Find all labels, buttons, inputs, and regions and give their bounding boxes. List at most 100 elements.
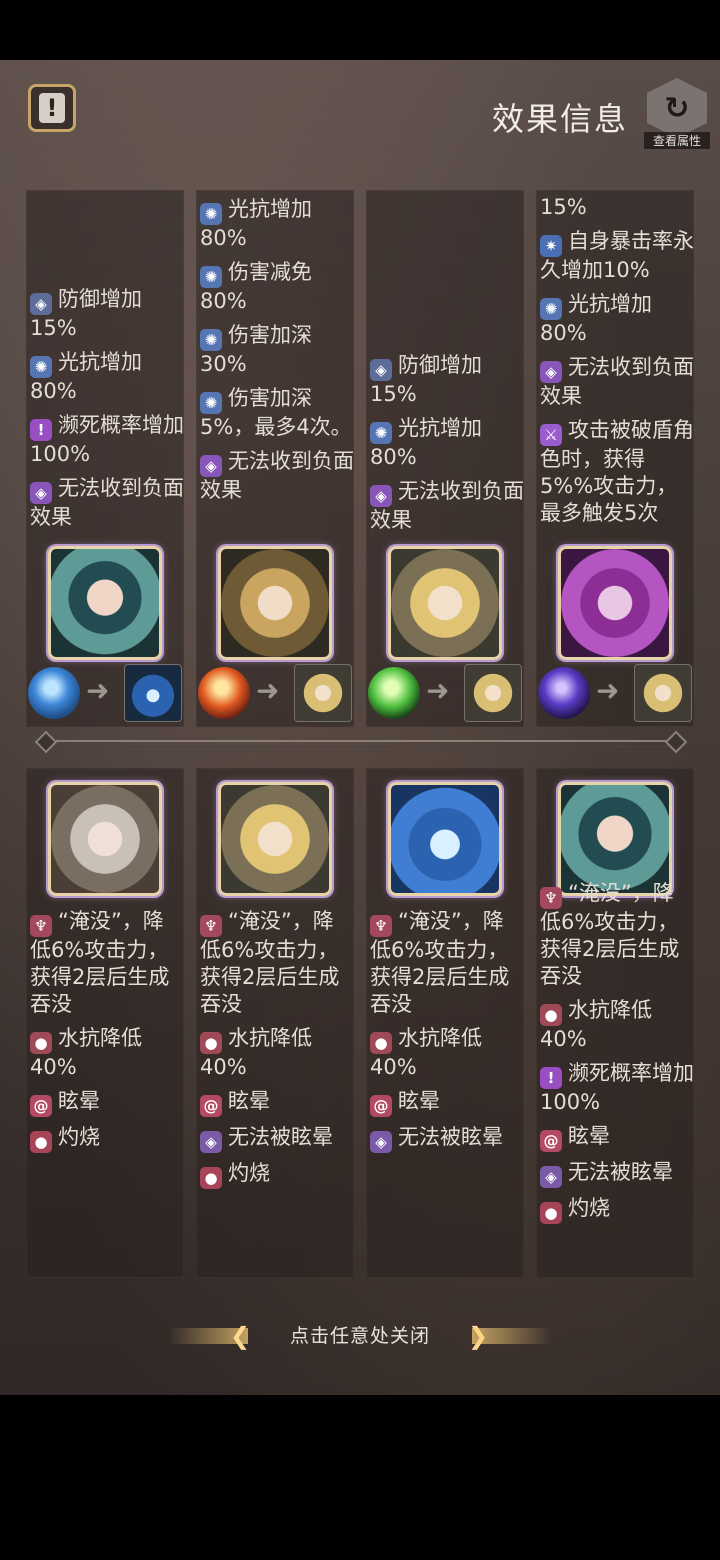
effect-list: ♆ “淹没”，降低6%攻击力，获得2层后生成吞没 ● 水抗降低40% @ 眩晕 ● 灼烧 — [26, 908, 184, 1160]
immune-shield-icon: ◈ — [200, 455, 222, 477]
shield-icon: ◈ — [370, 359, 392, 381]
alert-button[interactable]: ! — [28, 84, 76, 132]
effect-item: 15% — [536, 194, 694, 221]
hero-portrait[interactable] — [388, 546, 502, 660]
skill-chain: ➜ — [28, 664, 184, 722]
exclamation-icon: ! — [540, 1067, 562, 1089]
effect-item: ● 灼烧 — [196, 1160, 354, 1189]
hero-portrait[interactable] — [218, 782, 332, 896]
top-column-4: 15% ✷ 自身暴击率永久增加10% ✺ 光抗增加80% ◈ 无法收到负面效果 ⚔ 攻击… — [536, 190, 694, 727]
effect-item: ♆ “淹没”，降低6%攻击力，获得2层后生成吞没 — [196, 908, 354, 1018]
top-column-3: ◈ 防御增加15% ✺ 光抗增加80% ◈ 无法收到负面效果 ➜ — [366, 190, 524, 727]
stun-swirl-icon: @ — [370, 1095, 392, 1117]
effect-item: @ 眩晕 — [26, 1088, 184, 1117]
effect-text: 无法被眩晕 — [568, 1160, 673, 1184]
effect-item: ◈ 防御增加15% — [366, 352, 524, 408]
water-drop-icon: ● — [540, 1004, 562, 1026]
drown-icon: ♆ — [200, 915, 222, 937]
effect-text: 眩晕 — [568, 1124, 610, 1148]
bottom-column-1: ♆ “淹没”，降低6%攻击力，获得2层后生成吞没 ● 水抗降低40% @ 眩晕 ● 灼烧 — [26, 768, 184, 1278]
light-resist-icon: ✺ — [30, 356, 52, 378]
effect-item: ♆ “淹没”，降低6%攻击力，获得2层后生成吞没 — [26, 908, 184, 1018]
effect-list: 15% ✷ 自身暴击率永久增加10% ✺ 光抗增加80% ◈ 无法收到负面效果 ⚔ 攻击… — [536, 194, 694, 534]
target-portrait[interactable] — [294, 664, 352, 722]
effect-item: ⚔ 攻击被破盾角色时，获得5%%攻击力，最多触发5次 — [536, 417, 694, 527]
effect-item: ◈ 无法收到负面效果 — [26, 475, 184, 531]
stun-immune-icon: ◈ — [200, 1131, 222, 1153]
effect-item: ● 水抗降低40% — [536, 997, 694, 1053]
target-portrait[interactable] — [634, 664, 692, 722]
top-column-1: ◈ 防御增加15% ✺ 光抗增加80% ! 濒死概率增加100% ◈ 无法收到负面效果 … — [26, 190, 184, 727]
hero-portrait[interactable] — [48, 782, 162, 896]
skill-chain: ➜ — [198, 664, 354, 722]
hero-portrait[interactable] — [218, 546, 332, 660]
water-orb-icon[interactable] — [28, 667, 80, 719]
effect-item: ✺ 光抗增加80% — [536, 291, 694, 347]
nature-orb-icon[interactable] — [368, 667, 420, 719]
effect-text: 灼烧 — [58, 1125, 100, 1149]
effect-text: 无法收到负面效果 — [200, 449, 354, 502]
effect-text: 自身暴击率永久增加10% — [540, 229, 694, 282]
effect-list: ♆ “淹没”，降低6%攻击力，获得2层后生成吞没 ● 水抗降低40% @ 眩晕 ◈ 无法… — [196, 908, 354, 1196]
exclamation-icon: ! — [30, 419, 52, 441]
effect-text: 眩晕 — [228, 1089, 270, 1113]
hero-portrait[interactable] — [388, 782, 502, 896]
light-resist-icon: ✺ — [370, 422, 392, 444]
immune-shield-icon: ◈ — [30, 482, 52, 504]
hero-portrait[interactable] — [558, 546, 672, 660]
effect-item: ✺ 光抗增加80% — [366, 415, 524, 471]
effect-text: 无法收到负面效果 — [370, 479, 524, 532]
chevron-left-icon: ❮ — [230, 1322, 251, 1350]
effect-item: ● 水抗降低40% — [26, 1025, 184, 1081]
effect-text: 濒死概率增加100% — [30, 413, 184, 466]
hero-portrait[interactable] — [558, 782, 672, 896]
stun-swirl-icon: @ — [540, 1130, 562, 1152]
drown-icon: ♆ — [540, 887, 562, 909]
effect-text: 攻击被破盾角色时，获得5%%攻击力，最多触发5次 — [540, 418, 694, 525]
effect-item: ♆ “淹没”，降低6%攻击力，获得2层后生成吞没 — [366, 908, 524, 1018]
effect-text: 无法被眩晕 — [398, 1125, 503, 1149]
effect-item: ✺ 光抗增加80% — [196, 196, 354, 252]
effect-item: @ 眩晕 — [196, 1088, 354, 1117]
effect-item: ◈ 无法收到负面效果 — [536, 354, 694, 410]
effect-item: ! 濒死概率增加100% — [26, 412, 184, 468]
burn-icon: ● — [540, 1202, 562, 1224]
skill-chain: ➜ — [538, 664, 694, 722]
effect-item: ● 水抗降低40% — [366, 1025, 524, 1081]
hero-portrait[interactable] — [48, 546, 162, 660]
view-attributes-button[interactable]: ↻ 查看属性 — [644, 78, 710, 150]
effect-text: 伤害加深5%，最多4次。 — [200, 386, 352, 439]
fire-orb-icon[interactable] — [198, 667, 250, 719]
target-portrait[interactable] — [464, 664, 522, 722]
light-resist-icon: ✺ — [540, 298, 562, 320]
arrow-right-icon: ➜ — [426, 674, 450, 707]
effect-list: ✺ 光抗增加80% ✺ 伤害减免80% ✺ 伤害加深30% ✺ 伤害加深5%，最多4次。… — [196, 196, 354, 511]
effect-list: ♆ “淹没”，降低6%攻击力，获得2层后生成吞没 ● 水抗降低40% @ 眩晕 ◈ 无法… — [366, 908, 524, 1160]
effect-item: ◈ 无法收到负面效果 — [366, 478, 524, 534]
effect-list: ◈ 防御增加15% ✺ 光抗增加80% ! 濒死概率增加100% ◈ 无法收到负面效果 — [26, 286, 184, 538]
effect-item: ◈ 防御增加15% — [26, 286, 184, 342]
water-drop-icon: ● — [370, 1032, 392, 1054]
effect-item: ● 灼烧 — [26, 1124, 184, 1153]
burn-icon: ● — [30, 1131, 52, 1153]
effect-text: 无法收到负面效果 — [30, 476, 184, 529]
effect-text: 濒死概率增加100% — [540, 1061, 694, 1114]
stun-swirl-icon: @ — [200, 1095, 222, 1117]
effect-text: 无法收到负面效果 — [540, 355, 694, 408]
view-attributes-label: 查看属性 — [644, 132, 710, 149]
burn-icon: ● — [200, 1167, 222, 1189]
light-resist-icon: ✺ — [200, 203, 222, 225]
target-portrait[interactable] — [124, 664, 182, 722]
damage-up-icon: ✺ — [200, 392, 222, 414]
effect-item: ● 水抗降低40% — [196, 1025, 354, 1081]
arrow-right-icon: ➜ — [256, 674, 280, 707]
effect-item: ! 濒死概率增加100% — [536, 1060, 694, 1116]
effect-list: ◈ 防御增加15% ✺ 光抗增加80% ◈ 无法收到负面效果 — [366, 352, 524, 541]
top-column-2: ✺ 光抗增加80% ✺ 伤害减免80% ✺ 伤害加深30% ✺ 伤害加深5%，最多4次。… — [196, 190, 354, 727]
effect-item: @ 眩晕 — [536, 1123, 694, 1152]
close-hint-bar[interactable]: ❮ 点击任意处关闭 ❯ — [0, 1318, 720, 1354]
void-orb-icon[interactable] — [538, 667, 590, 719]
effect-text: 灼烧 — [568, 1196, 610, 1220]
effect-item: ◈ 无法被眩晕 — [366, 1124, 524, 1153]
effect-item: ◈ 无法被眩晕 — [196, 1124, 354, 1153]
